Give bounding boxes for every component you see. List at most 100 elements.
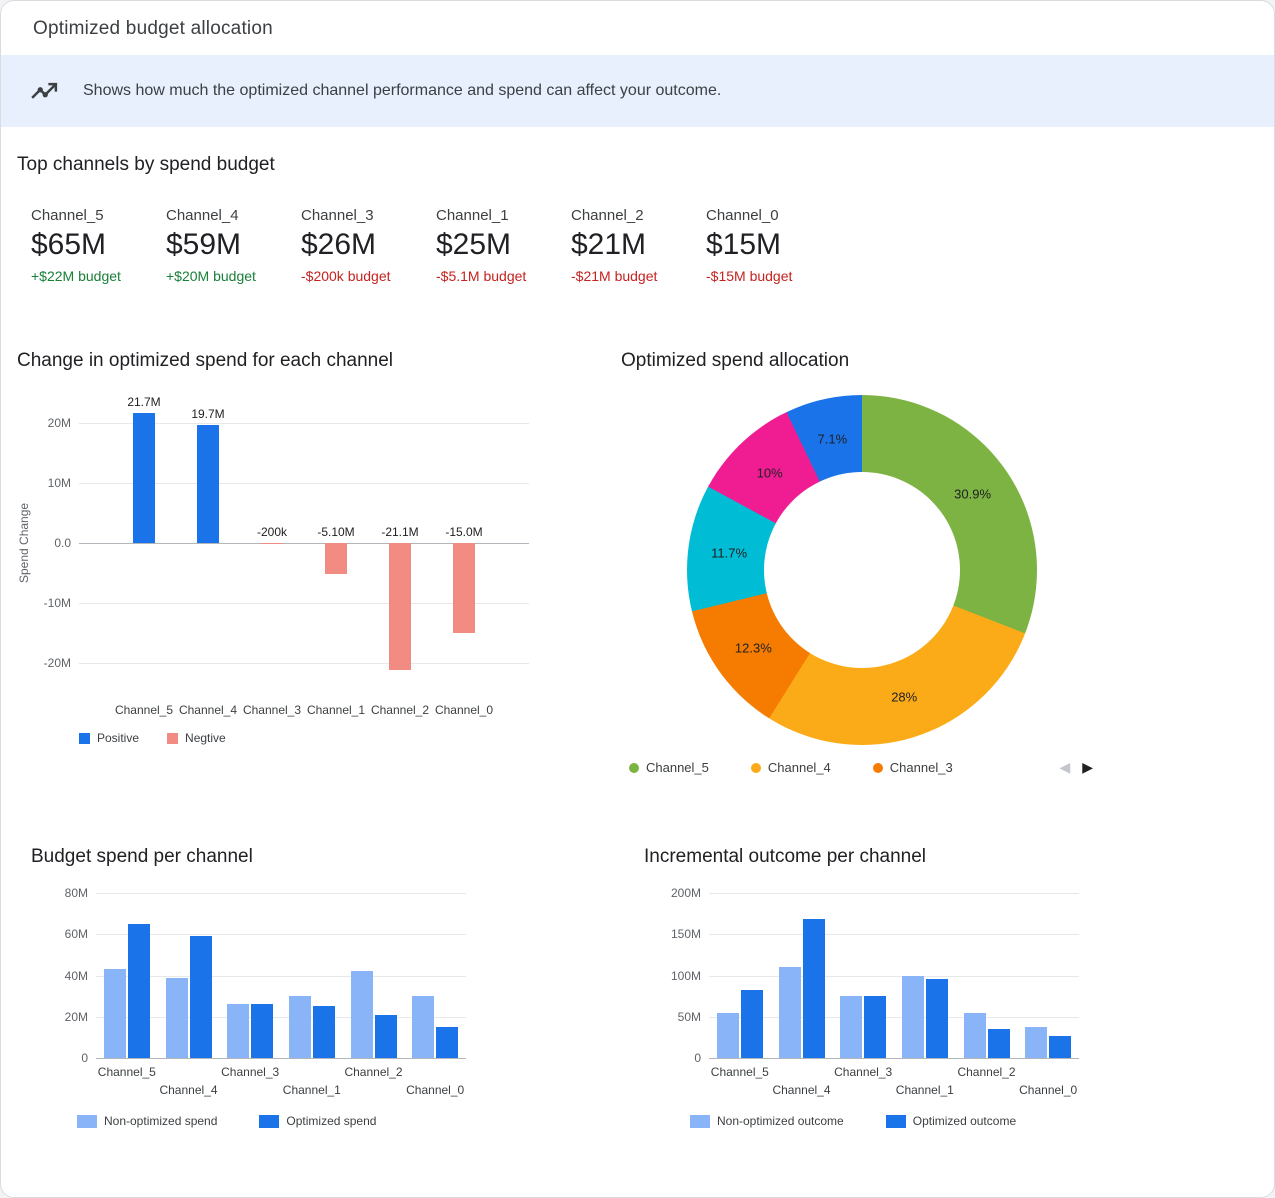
budget-spend-legend: Non-optimized spendOptimized spend [77, 1114, 511, 1128]
x-tick-label: Channel_5 [711, 1065, 769, 1079]
channel-name: Channel_4 [166, 207, 301, 225]
donut-slice-label: 28% [891, 690, 917, 705]
x-tick-label: Channel_3 [221, 1065, 279, 1079]
legend-swatch [690, 1115, 710, 1128]
trending-up-icon [27, 74, 61, 108]
legend-swatch [873, 763, 883, 773]
budget-spend-chart-section: Budget spend per channel 80M60M40M20M0 C… [31, 845, 511, 1128]
legend-item: Non-optimized spend [77, 1114, 217, 1128]
donut-slice-label: 30.9% [954, 487, 991, 502]
y-tick-label: 80M [65, 886, 88, 900]
legend-swatch [751, 763, 761, 773]
legend-swatch [167, 733, 178, 744]
channel-card: Channel_1$25M-$5.1M budget [436, 207, 571, 285]
page-title: Optimized budget allocation [33, 18, 1242, 40]
spend-change-legend: PositiveNegtive [79, 731, 583, 745]
x-tick-label: Channel_4 [159, 1083, 217, 1097]
bar-optimized [803, 919, 825, 1058]
bar-non-optimized [717, 1013, 739, 1058]
donut-slice-label: 7.1% [818, 432, 848, 447]
donut-slice-label: 11.7% [711, 545, 747, 560]
gridline [709, 1017, 1079, 1018]
budget-spend-x-axis: Channel_5Channel_4Channel_3Channel_1Chan… [96, 1058, 466, 1102]
x-tick-label: Channel_2 [344, 1065, 402, 1079]
bar-optimized [988, 1029, 1010, 1058]
channel-name: Channel_3 [301, 207, 436, 225]
channel-value: $65M [31, 227, 166, 263]
incremental-outcome-chart-title: Incremental outcome per channel [644, 845, 1124, 869]
value-label: -5.10M [317, 525, 354, 539]
channel-value: $59M [166, 227, 301, 263]
gridline [96, 934, 466, 935]
banner-text: Shows how much the optimized channel per… [83, 82, 721, 100]
legend-next-page-icon[interactable]: ▶ [1082, 759, 1093, 776]
channel-budget-delta: -$15M budget [706, 267, 841, 285]
panel-header: Optimized budget allocation [1, 1, 1274, 55]
gridline [96, 1017, 466, 1018]
channel-budget-delta: -$200k budget [301, 267, 436, 285]
info-banner: Shows how much the optimized channel per… [1, 55, 1274, 127]
optimized-budget-allocation-panel: Optimized budget allocation Shows how mu… [0, 0, 1275, 1198]
legend-label: Optimized outcome [913, 1114, 1016, 1128]
y-tick-label: 20M [48, 416, 71, 430]
bar-non-optimized [104, 969, 126, 1058]
channel-value: $15M [706, 227, 841, 263]
spend-allocation-title: Optimized spend allocation [621, 349, 1103, 373]
bar-non-optimized [964, 1013, 986, 1058]
legend-item: Channel_4 [751, 760, 831, 775]
x-tick-label: Channel_4 [179, 703, 237, 717]
x-tick-label: Channel_1 [896, 1083, 954, 1097]
y-tick-label: 200M [671, 886, 701, 900]
legend-item: Optimized outcome [886, 1114, 1016, 1128]
donut-legend-row: Channel_5Channel_4Channel_3 ◀ ▶ [621, 759, 1103, 776]
legend-item: Non-optimized outcome [690, 1114, 844, 1128]
bar-positive [197, 425, 219, 543]
bar-optimized [864, 996, 886, 1058]
x-tick-label: Channel_2 [957, 1065, 1015, 1079]
top-channels-title: Top channels by spend budget [17, 153, 1258, 177]
bar-negative [325, 543, 347, 574]
channel-card: Channel_5$65M+$22M budget [31, 207, 166, 285]
legend-swatch [629, 763, 639, 773]
incremental-outcome-chart-section: Incremental outcome per channel 200M150M… [644, 845, 1124, 1128]
budget-spend-chart: 80M60M40M20M0 [96, 893, 466, 1058]
incremental-outcome-x-axis: Channel_5Channel_4Channel_3Channel_1Chan… [709, 1058, 1079, 1102]
legend-label: Channel_4 [768, 760, 831, 775]
x-tick-label: Channel_1 [283, 1083, 341, 1097]
bar-optimized [1049, 1036, 1071, 1058]
bar-non-optimized [840, 996, 862, 1058]
bar-optimized [251, 1004, 273, 1058]
value-label: 19.7M [191, 407, 224, 421]
bar-non-optimized [902, 976, 924, 1059]
channel-budget-delta: +$20M budget [166, 267, 301, 285]
gridline [79, 663, 529, 664]
budget-spend-chart-title: Budget spend per channel [31, 845, 511, 869]
bar-negative [389, 543, 411, 670]
legend-item: Channel_5 [629, 760, 709, 775]
channel-budget-delta: -$21M budget [571, 267, 706, 285]
y-tick-label: 0 [81, 1051, 88, 1065]
channel-cards-row: Channel_5$65M+$22M budgetChannel_4$59M+$… [17, 207, 1258, 285]
bar-optimized [436, 1027, 458, 1058]
y-tick-label: 0.0 [54, 536, 71, 550]
channel-card: Channel_3$26M-$200k budget [301, 207, 436, 285]
channel-value: $21M [571, 227, 706, 263]
value-label: -21.1M [381, 525, 418, 539]
y-tick-label: 50M [678, 1010, 701, 1024]
channel-card: Channel_0$15M-$15M budget [706, 207, 841, 285]
x-tick-label: Channel_5 [98, 1065, 156, 1079]
x-tick-label: Channel_0 [406, 1083, 464, 1097]
legend-label: Positive [97, 731, 139, 745]
channel-budget-delta: +$22M budget [31, 267, 166, 285]
channel-name: Channel_2 [571, 207, 706, 225]
spend-change-chart: Spend Change 20M10M0.0-10M-20M21.7M19.7M… [79, 393, 529, 693]
x-tick-label: Channel_4 [772, 1083, 830, 1097]
legend-prev-page-icon[interactable]: ◀ [1059, 759, 1070, 776]
y-tick-label: 0 [694, 1051, 701, 1065]
top-channels-section: Top channels by spend budget Channel_5$6… [1, 127, 1274, 285]
channel-card: Channel_2 $21M -$21M budget [571, 207, 706, 285]
bar-optimized [190, 936, 212, 1058]
x-tick-label: Channel_0 [435, 703, 493, 717]
bar-optimized [128, 924, 150, 1058]
legend-label: Channel_5 [646, 760, 709, 775]
